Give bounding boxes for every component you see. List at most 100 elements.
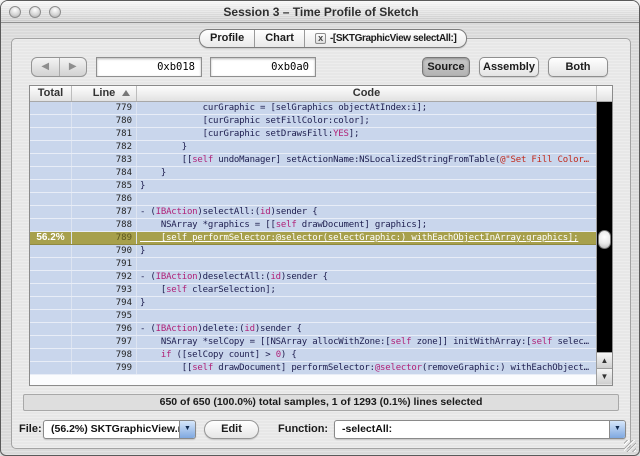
row-total-percent (30, 206, 72, 218)
row-code: [[self undoManager] setActionName:NSLoca… (137, 154, 597, 166)
file-popup[interactable]: (56.2%) SKTGraphicView.m ▼ (43, 420, 196, 439)
back-button[interactable]: ◀ (32, 58, 60, 76)
row-line-number: 799 (72, 362, 137, 374)
address-field-start[interactable] (96, 57, 202, 77)
row-code: } (137, 180, 597, 192)
row-line-number: 782 (72, 141, 137, 153)
table-row[interactable]: 783 [[self undoManager] setActionName:NS… (30, 154, 597, 167)
table-row[interactable]: 796- (IBAction)delete:(id)sender { (30, 323, 597, 336)
row-code (137, 193, 597, 205)
table-row[interactable]: 798 if ([selCopy count] > 0) { (30, 349, 597, 362)
row-line-number: 797 (72, 336, 137, 348)
row-line-number: 798 (72, 349, 137, 361)
table-row[interactable]: 782 } (30, 141, 597, 154)
table-row[interactable]: 794} (30, 297, 597, 310)
row-total-percent: 56.2% (30, 232, 72, 244)
tab-close-icon[interactable]: x (314, 33, 326, 44)
address-field-end[interactable] (210, 57, 316, 77)
code-token: - ( (140, 207, 156, 217)
row-total-percent (30, 297, 72, 309)
row-line-number: 792 (72, 271, 137, 283)
table-row[interactable]: 779 curGraphic = [selGraphics objectAtIn… (30, 102, 597, 115)
code-token: self (275, 220, 297, 230)
table-row[interactable]: 781 [curGraphic setDrawsFill:YES]; (30, 128, 597, 141)
tab-chart[interactable]: Chart (255, 30, 305, 47)
column-header-code[interactable]: Code (137, 86, 597, 101)
table-row[interactable]: 795 (30, 310, 597, 323)
table-row[interactable]: 784 } (30, 167, 597, 180)
history-nav: ◀ ▶ (31, 57, 87, 77)
code-token: IBAction (155, 324, 198, 334)
code-token: ) { (280, 350, 297, 360)
scroll-up-button[interactable]: ▲ (597, 352, 612, 368)
row-code: NSArray *selCopy = [[NSArray allocWithZo… (137, 336, 597, 348)
table-row[interactable]: 788 NSArray *graphics = [[self drawDocum… (30, 219, 597, 232)
row-total-percent (30, 362, 72, 374)
assembly-button[interactable]: Assembly (479, 57, 539, 77)
code-token: self (531, 337, 553, 347)
table-row[interactable]: 791 (30, 258, 597, 271)
title-bar[interactable]: Session 3 – Time Profile of Sketch (1, 1, 639, 23)
row-total-percent (30, 245, 72, 257)
code-token: )delete:( (197, 324, 245, 334)
forward-button[interactable]: ▶ (60, 58, 87, 76)
row-total-percent (30, 284, 72, 296)
row-line-number: 793 (72, 284, 137, 296)
code-token: } (140, 142, 187, 152)
code-token: [curGraphic setDrawsFill: (140, 129, 334, 139)
both-button[interactable]: Both (548, 57, 608, 77)
tab-profile[interactable]: Profile (200, 30, 256, 47)
table-row[interactable]: 785} (30, 180, 597, 193)
scroll-down-button[interactable]: ▼ (597, 368, 612, 384)
source-button[interactable]: Source (422, 57, 470, 77)
row-total-percent (30, 336, 72, 348)
code-token: )sender { (280, 272, 328, 282)
table-row[interactable]: 797 NSArray *selCopy = [[NSArray allocWi… (30, 336, 597, 349)
row-code: - (IBAction)delete:(id)sender { (137, 323, 597, 335)
code-token: - ( (140, 272, 156, 282)
back-arrow-icon: ◀ (41, 61, 50, 72)
code-token: self (192, 363, 214, 373)
row-total-percent (30, 323, 72, 335)
resize-grip-icon[interactable] (624, 440, 636, 452)
function-popup-arrow-icon: ▼ (609, 421, 625, 438)
scrollbar-track[interactable] (597, 102, 612, 352)
vertical-scrollbar[interactable]: ▲ ▼ (596, 102, 612, 385)
table-row[interactable]: 56.2% 789 [self performSelector:@selector… (30, 232, 597, 245)
table-row[interactable]: 786 (30, 193, 597, 206)
window-title: Session 3 – Time Profile of Sketch (223, 5, 419, 19)
table-row[interactable]: 793 [self clearSelection]; (30, 284, 597, 297)
column-header-line[interactable]: Line (72, 86, 137, 101)
row-line-number: 788 (72, 219, 137, 231)
code-token: @selector (374, 363, 422, 373)
row-line-number: 795 (72, 310, 137, 322)
row-total-percent (30, 258, 72, 270)
row-code: - (IBAction)selectAll:(id)sender { (137, 206, 597, 218)
column-header-total[interactable]: Total (30, 86, 72, 101)
scrollbar-thumb[interactable] (598, 230, 611, 249)
function-popup-value: -selectAll: (342, 423, 393, 435)
table-row[interactable]: 792- (IBAction)deselectAll:(id)sender { (30, 271, 597, 284)
row-line-number: 786 (72, 193, 137, 205)
row-total-percent (30, 154, 72, 166)
code-token: curGraphic = [selGraphics objectAtIndex:… (140, 103, 428, 113)
scroll-down-icon: ▼ (600, 372, 609, 381)
table-row[interactable]: 790} (30, 245, 597, 258)
row-total-percent (30, 141, 72, 153)
edit-button[interactable]: Edit (204, 420, 259, 439)
row-total-percent (30, 193, 72, 205)
tab-graphicview-selectall[interactable]: x -[SKTGraphicView selectAll:] (305, 30, 466, 47)
row-total-percent (30, 102, 72, 114)
row-total-percent (30, 167, 72, 179)
code-token: @"Set Fill Color… (500, 155, 589, 165)
table-row[interactable]: 780 [curGraphic setFillColor:color]; (30, 115, 597, 128)
function-popup[interactable]: -selectAll: ▼ (334, 420, 626, 439)
row-code: [self performSelector:@selector(selectGr… (137, 232, 597, 244)
table-row[interactable]: 787- (IBAction)selectAll:(id)sender { (30, 206, 597, 219)
row-line-number: 796 (72, 323, 137, 335)
row-code: NSArray *graphics = [[self drawDocument]… (137, 219, 597, 231)
table-row[interactable]: 799 [[self drawDocument] performSelector… (30, 362, 597, 375)
code-token: IBAction (155, 207, 198, 217)
row-code: } (137, 297, 597, 309)
